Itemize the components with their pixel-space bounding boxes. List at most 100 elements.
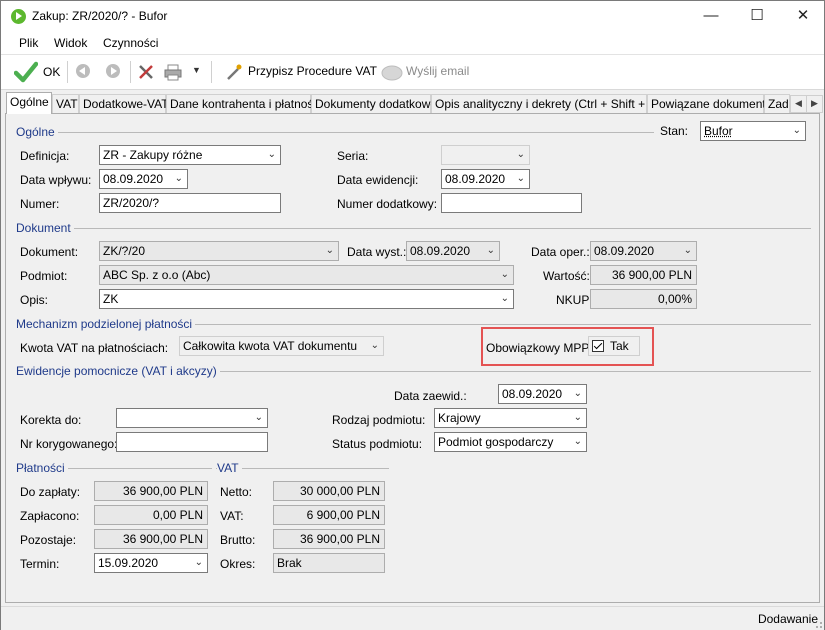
close-button[interactable]: ✕ xyxy=(780,1,825,32)
opis-select[interactable]: ZK ⌄ xyxy=(99,289,514,309)
dokument-select[interactable]: ZK/?/20 ⌄ xyxy=(99,241,339,261)
nkup-label: NKUP: xyxy=(556,293,593,307)
podmiot-select[interactable]: ABC Sp. z o.o (Abc) ⌄ xyxy=(99,265,514,285)
data-oper-label: Data oper.: xyxy=(531,245,590,259)
korekta-do-select[interactable]: ⌄ xyxy=(116,408,268,428)
vat-amount-label: VAT: xyxy=(220,509,244,523)
next-icon[interactable] xyxy=(106,64,120,78)
chevron-down-icon[interactable]: ▼ xyxy=(192,65,201,75)
zaplacono-value: 0,00 PLN xyxy=(94,505,208,525)
menu-bar: Plik Widok Czynności xyxy=(1,32,824,55)
netto-value: 30 000,00 PLN xyxy=(273,481,385,501)
tab-vat[interactable]: VAT xyxy=(52,94,79,113)
obowiazkowy-mpp-label: Obowiązkowy MPP: xyxy=(486,341,593,355)
ok-label: OK xyxy=(43,65,60,79)
window-title: Zakup: ZR/2020/? - Bufor xyxy=(32,9,167,23)
data-ewidencji-picker[interactable]: 08.09.2020 ⌄ xyxy=(441,169,530,189)
status-mode: Dodawanie xyxy=(758,612,818,626)
wartosc-label: Wartość: xyxy=(543,269,590,283)
brutto-label: Brutto: xyxy=(220,533,255,547)
nkup-value: 0,00% xyxy=(590,289,697,309)
termin-picker[interactable]: 15.09.2020 ⌄ xyxy=(94,553,208,573)
rodzaj-podmiotu-select[interactable]: Krajowy ⌄ xyxy=(434,408,587,428)
section-divider xyxy=(16,228,811,229)
tab-opis-analityczny[interactable]: Opis analityczny i dekrety (Ctrl + Shift… xyxy=(431,94,647,113)
section-title-dokument: Dokument xyxy=(16,221,74,235)
kwota-vat-label: Kwota VAT na płatnościach: xyxy=(20,341,168,355)
dokument-label: Dokument: xyxy=(20,245,78,259)
nr-korygowanego-label: Nr korygowanego: xyxy=(20,437,117,451)
seria-label: Seria: xyxy=(337,149,368,163)
tab-scroll-left-icon[interactable]: ◀ xyxy=(790,95,807,113)
magic-wand-icon xyxy=(225,63,243,81)
stan-label: Stan: xyxy=(660,124,688,138)
ok-button[interactable]: OK xyxy=(14,59,64,85)
chevron-down-icon: ⌄ xyxy=(501,266,509,284)
chevron-down-icon: ⌄ xyxy=(371,337,379,355)
minimize-button[interactable]: — xyxy=(688,1,734,32)
chevron-down-icon: ⌄ xyxy=(487,242,495,260)
tools-icon[interactable] xyxy=(137,63,155,81)
chevron-down-icon: ⌄ xyxy=(195,554,203,572)
seria-select[interactable]: ⌄ xyxy=(441,145,530,165)
window: Zakup: ZR/2020/? - Bufor — ☐ ✕ Plik Wido… xyxy=(0,0,825,630)
menu-plik[interactable]: Plik xyxy=(19,36,38,50)
obowiazkowy-mpp-checkbox[interactable]: Tak xyxy=(588,336,640,356)
tab-powiazane-dokumenty[interactable]: Powiązane dokumenty xyxy=(647,94,764,113)
assign-vat-procedure-button[interactable]: Przypisz Procedure VAT xyxy=(248,64,377,78)
tab-dodatkowe-vat[interactable]: Dodatkowe-VAT xyxy=(79,94,166,113)
data-zaewid-picker[interactable]: 08.09.2020 ⌄ xyxy=(498,384,587,404)
chevron-down-icon: ⌄ xyxy=(574,433,582,451)
tab-ogolne[interactable]: Ogólne xyxy=(6,92,52,114)
data-wplywu-picker[interactable]: 08.09.2020 ⌄ xyxy=(99,169,188,189)
tab-dane-kontrahenta[interactable]: Dane kontrahenta i płatności xyxy=(166,94,311,113)
data-wyst-label: Data wyst.: xyxy=(347,245,406,259)
okres-label: Okres: xyxy=(220,557,255,571)
checkbox-checked-icon xyxy=(592,340,604,352)
data-oper-picker[interactable]: 08.09.2020 ⌄ xyxy=(590,241,697,261)
section-title-platnosci: Płatności xyxy=(16,461,68,475)
chevron-down-icon: ⌄ xyxy=(517,146,525,164)
printer-icon[interactable] xyxy=(164,63,182,81)
okres-value: Brak xyxy=(273,553,385,573)
section-divider xyxy=(216,468,389,469)
stan-select[interactable]: Bufor ⌄ xyxy=(700,121,806,141)
chevron-down-icon: ⌄ xyxy=(684,242,692,260)
kwota-vat-select[interactable]: Całkowita kwota VAT dokumentu ⌄ xyxy=(179,336,384,356)
numer-dodatkowy-label: Numer dodatkowy: xyxy=(337,197,437,211)
data-ewidencji-label: Data ewidencji: xyxy=(337,173,418,187)
chevron-down-icon: ⌄ xyxy=(501,290,509,308)
nr-korygowanego-input[interactable] xyxy=(116,432,268,452)
numer-dodatkowy-input[interactable] xyxy=(441,193,582,213)
chevron-down-icon: ⌄ xyxy=(255,409,263,427)
do-zaplaty-label: Do zapłaty: xyxy=(20,485,80,499)
title-bar: Zakup: ZR/2020/? - Bufor — ☐ ✕ xyxy=(1,1,824,32)
rodzaj-podmiotu-label: Rodzaj podmiotu: xyxy=(332,413,425,427)
vat-amount-value: 6 900,00 PLN xyxy=(273,505,385,525)
menu-widok[interactable]: Widok xyxy=(54,36,87,50)
toolbar-separator xyxy=(67,61,68,83)
toolbar-separator xyxy=(211,61,212,83)
maximize-button[interactable]: ☐ xyxy=(734,1,780,32)
toolbar: OK ▼ Przypisz Procedure VAT Wyślij email xyxy=(1,55,824,90)
section-title-mpp: Mechanizm podzielonej płatności xyxy=(16,317,195,331)
status-podmiotu-select[interactable]: Podmiot gospodarczy ⌄ xyxy=(434,432,587,452)
previous-icon[interactable] xyxy=(76,64,90,78)
chevron-down-icon: ⌄ xyxy=(268,146,276,164)
tab-dokumenty-dodatkowe[interactable]: Dokumenty dodatkowe xyxy=(311,94,431,113)
numer-input[interactable]: ZR/2020/? xyxy=(99,193,281,213)
data-wyst-picker[interactable]: 08.09.2020 ⌄ xyxy=(406,241,500,261)
toolbar-separator xyxy=(130,61,131,83)
tab-scroll-right-icon[interactable]: ▶ xyxy=(806,95,823,113)
status-bar: Dodawanie xyxy=(1,606,824,630)
resize-grip-icon[interactable] xyxy=(813,619,823,629)
definicja-label: Definicja: xyxy=(20,149,69,163)
send-email-button[interactable]: Wyślij email xyxy=(406,64,469,78)
opis-label: Opis: xyxy=(20,293,48,307)
tab-zad[interactable]: Zad xyxy=(764,94,790,113)
menu-czynnosci[interactable]: Czynności xyxy=(103,36,158,50)
zaplacono-label: Zapłacono: xyxy=(20,509,79,523)
section-title-ogolne: Ogólne xyxy=(16,125,58,139)
pozostaje-value: 36 900,00 PLN xyxy=(94,529,208,549)
definicja-select[interactable]: ZR - Zakupy różne ⌄ xyxy=(99,145,281,165)
